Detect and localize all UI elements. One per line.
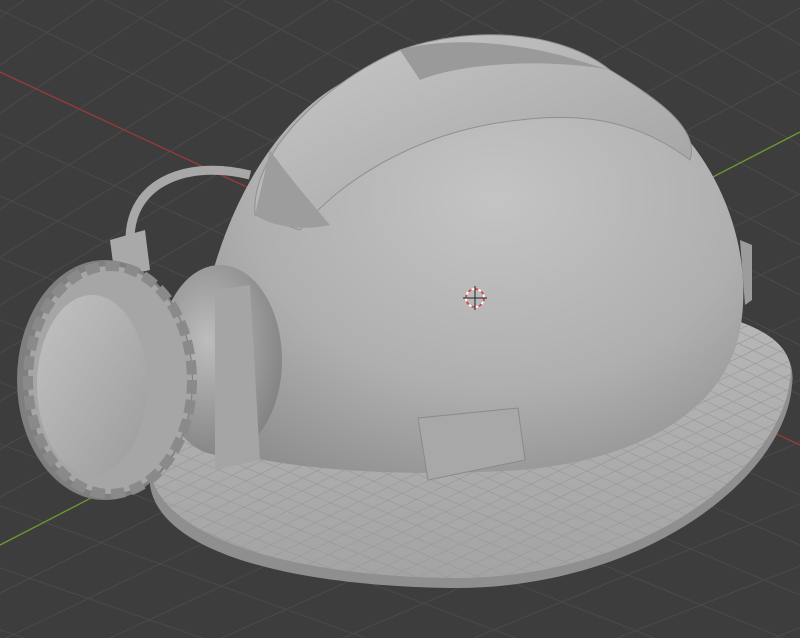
3d-viewport[interactable] xyxy=(0,0,800,638)
brim-grid-line xyxy=(745,569,791,579)
brim-grid-line xyxy=(682,541,791,579)
brim-grid-line xyxy=(651,527,791,579)
lamp-lens xyxy=(37,295,147,475)
grid-line xyxy=(0,0,168,114)
viewport-canvas[interactable] xyxy=(0,0,800,638)
brim-grid-line xyxy=(748,300,791,322)
brim-grid-line xyxy=(773,300,791,310)
grid-line xyxy=(616,565,800,638)
grid-line xyxy=(722,0,800,46)
brim-grid-line xyxy=(150,577,182,579)
grid-line xyxy=(0,0,25,18)
grid-line xyxy=(0,567,203,638)
grid-line xyxy=(773,627,800,638)
brim-grid-line xyxy=(150,563,217,579)
grid-line xyxy=(633,0,800,96)
grid-line xyxy=(0,0,246,162)
